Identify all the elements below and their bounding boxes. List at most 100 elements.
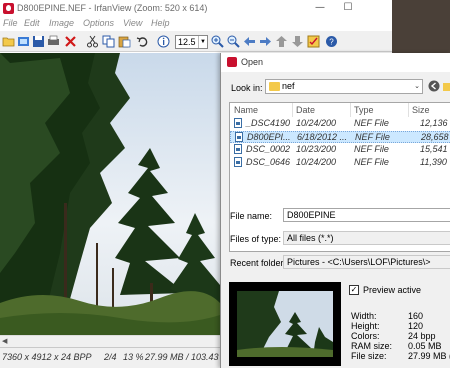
info-ram-label: RAM size: (351, 341, 393, 351)
file-size: 11,390 (420, 157, 447, 167)
up-folder-icon[interactable] (443, 80, 450, 92)
look-in-label: Look in: (231, 83, 263, 93)
menu-help[interactable]: Help (151, 18, 170, 28)
menu-bar: File Edit Image Options View Help (0, 17, 392, 30)
file-name-value: D800EPINE (287, 210, 336, 220)
title-bar: D800EPINE.NEF - IrfanView (Zoom: 520 x 6… (0, 0, 392, 17)
info-icon[interactable] (157, 35, 170, 48)
irfanview-logo-icon (227, 57, 237, 67)
status-filesize: 27.99 MB / 103.43 M (145, 352, 229, 362)
info-width-value: 160 (408, 311, 424, 321)
status-index: 2/4 (104, 352, 117, 362)
file-list[interactable]: Name Date Type Size _DSC4190 10/24/200 N… (229, 102, 450, 252)
file-type: NEF File (354, 144, 389, 154)
dialog-title: Open (241, 57, 264, 67)
cut-icon[interactable] (86, 35, 99, 48)
file-type: NEF File (354, 157, 389, 167)
image-view[interactable] (0, 53, 220, 335)
menu-image[interactable]: Image (49, 18, 74, 28)
column-divider[interactable] (292, 103, 293, 117)
status-zoom: 13 % (123, 352, 144, 362)
file-date: 6/18/2012 ... (297, 132, 348, 142)
zoom-in-icon[interactable] (211, 35, 224, 48)
open-dialog: Open Look in: nef ⌄ Name Date Type Size … (220, 53, 450, 368)
look-in-combobox[interactable]: nef ⌄ (265, 79, 423, 94)
menu-edit[interactable]: Edit (24, 18, 40, 28)
delete-icon[interactable] (64, 35, 77, 48)
info-colors-label: Colors: (351, 331, 380, 341)
first-icon[interactable] (275, 35, 288, 48)
scroll-left-icon[interactable]: ◀ (2, 337, 7, 345)
maximize-button[interactable]: ☐ (334, 0, 362, 15)
preview-active-label: Preview active (363, 285, 422, 295)
recent-folders-value: Pictures - <C:\Users\LOF\Pictures\> (287, 257, 431, 267)
paste-icon[interactable] (118, 35, 131, 48)
last-icon[interactable] (291, 35, 304, 48)
column-date[interactable]: Date (296, 105, 315, 115)
file-name: D800EPI... (247, 132, 291, 142)
menu-view[interactable]: View (123, 18, 142, 28)
file-type-label: Files of type: (230, 234, 282, 244)
recent-folders-select[interactable]: Pictures - <C:\Users\LOF\Pictures\> (283, 255, 450, 269)
column-name[interactable]: Name (234, 105, 258, 115)
column-divider[interactable] (350, 103, 351, 117)
file-type: NEF File (354, 118, 389, 128)
window-title: D800EPINE.NEF - IrfanView (Zoom: 520 x 6… (17, 3, 208, 13)
previous-icon[interactable] (243, 35, 256, 48)
print-icon[interactable] (47, 35, 60, 48)
minimize-button[interactable]: — (306, 0, 334, 15)
preview-image (229, 282, 341, 366)
menu-file[interactable]: File (3, 18, 18, 28)
file-size: 12,136 (420, 118, 448, 128)
column-type[interactable]: Type (354, 105, 374, 115)
info-height-value: 120 (408, 321, 424, 331)
file-name-label: File name: (230, 211, 273, 221)
menu-options[interactable]: Options (83, 18, 114, 28)
folder-icon (269, 82, 280, 91)
horizontal-scrollbar[interactable]: ◀ (0, 335, 220, 347)
info-filesize-label: File size: (351, 351, 387, 361)
file-row[interactable]: DSC_0002 10/23/200 NEF File 15,541 (230, 144, 450, 156)
checkmark-icon: ✓ (350, 285, 358, 294)
file-type-value: All files (*.*) (287, 233, 334, 243)
preview-thumbnail (229, 282, 341, 366)
file-size: 15,541 (420, 144, 448, 154)
info-width-label: Width: (351, 311, 377, 321)
preview-active-checkbox[interactable]: ✓ (349, 285, 359, 295)
file-row-selected[interactable]: D800EPI... 6/18/2012 ... NEF File 28,658 (230, 131, 450, 143)
file-type-select[interactable]: All files (*.*) (283, 231, 450, 245)
column-divider[interactable] (408, 103, 409, 117)
info-filesize-value: 27.99 MB (28 (408, 351, 450, 361)
status-bar: 7360 x 4912 x 24 BPP 2/4 13 % 27.99 MB /… (0, 347, 229, 368)
chevron-down-icon[interactable]: ⌄ (414, 80, 420, 93)
image-file-icon (234, 144, 242, 154)
file-date: 10/23/200 (296, 144, 337, 154)
open-icon[interactable] (2, 35, 15, 48)
zoom-combobox[interactable]: 12.5 ▼ (175, 35, 208, 49)
undo-icon[interactable] (136, 35, 149, 48)
effects-icon[interactable] (307, 35, 320, 48)
zoom-out-icon[interactable] (227, 35, 240, 48)
slideshow-icon[interactable] (17, 35, 30, 48)
file-row[interactable]: _DSC4190 10/24/200 NEF File 12,136 (230, 118, 450, 130)
help-icon[interactable]: ? (325, 35, 338, 48)
column-size[interactable]: Size (412, 105, 430, 115)
file-date: 10/24/200 (296, 157, 337, 167)
info-colors-value: 24 bpp (408, 331, 436, 341)
file-date: 10/24/200 (296, 118, 337, 128)
file-row[interactable]: DSC_0646 10/24/200 NEF File 11,390 (230, 157, 450, 169)
zoom-value: 12.5 (178, 37, 196, 47)
info-height-label: Height: (351, 321, 380, 331)
copy-icon[interactable] (102, 35, 115, 48)
save-icon[interactable] (32, 35, 45, 48)
file-size: 28,658 (421, 132, 449, 142)
image-file-icon (234, 157, 242, 167)
status-dimensions: 7360 x 4912 x 24 BPP (2, 352, 92, 362)
file-name-input[interactable]: D800EPINE (283, 208, 450, 222)
next-icon[interactable] (259, 35, 272, 48)
svg-text:?: ? (329, 38, 334, 47)
image-file-icon (234, 118, 242, 128)
back-icon[interactable] (428, 80, 440, 92)
chevron-down-icon[interactable]: ▼ (198, 36, 207, 48)
file-type: NEF File (355, 132, 390, 142)
